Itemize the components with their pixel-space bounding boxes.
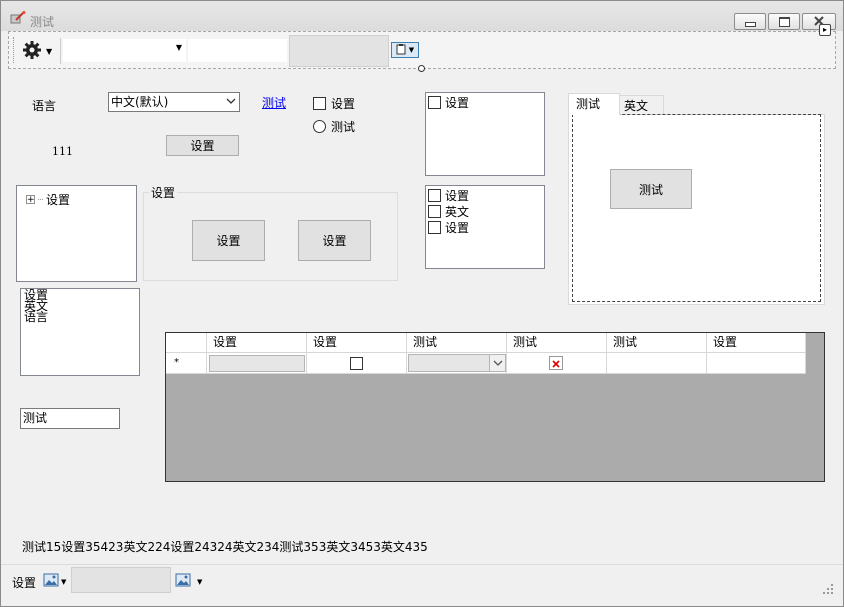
checkbox-box[interactable] (313, 97, 326, 110)
test-textbox[interactable]: 测试 (20, 408, 120, 429)
expand-icon[interactable]: + (26, 195, 35, 205)
toolbar-separator (60, 38, 61, 64)
grid-column-header[interactable]: 设置 (207, 333, 307, 353)
grid-cell-text[interactable] (607, 353, 707, 374)
list-item[interactable]: 语言 (24, 311, 139, 323)
toolbar-split-button[interactable]: ▼ (391, 42, 419, 58)
settings-checkbox[interactable]: 设置 (313, 95, 355, 112)
title-bar[interactable] (1, 1, 843, 31)
grid-column-header[interactable]: 测试 (607, 333, 707, 353)
toolbar-combobox[interactable]: ▼ (63, 39, 186, 62)
tab-english[interactable]: 英文 (619, 95, 664, 114)
grid-new-row[interactable]: * (166, 353, 806, 374)
image-icon (175, 572, 191, 591)
checked-list-item-label: 设置 (445, 189, 470, 203)
gear-icon (22, 40, 42, 63)
grid-combobox[interactable] (408, 354, 506, 372)
tab-test[interactable]: 测试 (568, 93, 620, 115)
grid-cell-text[interactable] (207, 353, 307, 374)
group-button-1[interactable]: 设置 (192, 220, 265, 261)
broken-image-icon (549, 356, 563, 370)
list-box[interactable]: 设置 英文 语言 (20, 288, 140, 376)
chevron-right-icon[interactable]: ▸ (819, 24, 831, 36)
clipboard-icon (396, 43, 406, 58)
tree-connector (38, 199, 43, 200)
checkbox-box[interactable] (428, 189, 441, 202)
checked-list-item[interactable]: 设置 (428, 219, 469, 236)
number-label: 111 (52, 145, 73, 158)
minimize-icon (744, 21, 756, 27)
grid-header-row: 设置 设置 测试 测试 测试 设置 (166, 333, 806, 353)
checked-list-item-label: 英文 (445, 205, 470, 219)
size-grip-icon[interactable] (822, 583, 834, 595)
checked-list-item[interactable]: 英文 (428, 203, 469, 220)
test-radio-label: 测试 (331, 120, 356, 134)
toolbar-textbox[interactable] (188, 39, 287, 62)
tab-test-button[interactable]: 测试 (610, 169, 692, 209)
status-label: 设置 (12, 576, 37, 590)
language-combobox-value: 中文(默认) (111, 95, 169, 109)
settings-checkbox-label: 设置 (331, 97, 356, 111)
chevron-down-icon: ▼ (61, 577, 67, 586)
app-icon (10, 11, 26, 25)
chevron-down-icon: ▼ (46, 46, 53, 56)
language-combobox[interactable]: 中文(默认) (108, 92, 240, 112)
tab-test-label: 测试 (576, 97, 601, 111)
chevron-down-icon[interactable] (489, 355, 505, 371)
tree-node[interactable]: + 设置 (26, 191, 70, 208)
tree-node-label: 设置 (46, 193, 71, 207)
checked-list-item[interactable]: 设置 (428, 187, 469, 204)
grid-column-header[interactable]: 设置 (707, 333, 806, 353)
maximize-button[interactable] (768, 13, 800, 30)
grid-cell-textbox[interactable] (209, 355, 305, 372)
settings-button[interactable]: 设置 (166, 135, 239, 156)
groupbox-title: 设置 (149, 184, 178, 201)
tab-english-label: 英文 (624, 99, 649, 113)
language-label: 语言 (32, 99, 57, 113)
grid-column-header[interactable]: 测试 (507, 333, 607, 353)
toolbar-grip[interactable] (13, 37, 16, 63)
window-title: 测试 (30, 15, 55, 29)
image-icon (43, 572, 59, 591)
grid-cell-text[interactable] (707, 353, 806, 374)
checked-list-2[interactable]: 设置 英文 设置 (425, 185, 545, 269)
group-button-2[interactable]: 设置 (298, 220, 371, 261)
test-link[interactable]: 测试 (262, 94, 286, 111)
tree-view[interactable]: + 设置 (16, 185, 137, 282)
status-image-dropdown-2[interactable]: ▼ (175, 572, 202, 591)
checked-list-item-label: 设置 (445, 221, 470, 235)
checked-list-item[interactable]: 设置 (428, 94, 469, 111)
maximize-icon (778, 16, 790, 27)
grid-cell-combobox[interactable] (407, 353, 507, 374)
checkbox-box[interactable] (428, 205, 441, 218)
checkbox-box[interactable] (428, 221, 441, 234)
grid-cell-checkbox[interactable] (307, 353, 407, 374)
radio-circle[interactable] (313, 120, 326, 133)
chevron-down-icon: ▼ (175, 43, 182, 52)
checked-list-item-label: 设置 (445, 96, 470, 110)
footer-text: 测试15设置35423英文224设置24324英文234测试353英文3453英… (22, 540, 428, 554)
grid-cell-image[interactable] (507, 353, 607, 374)
grid-corner-cell[interactable] (166, 333, 207, 353)
test-radio[interactable]: 测试 (313, 118, 355, 135)
chevron-down-icon: ▼ (408, 46, 415, 54)
checkbox-box[interactable] (428, 96, 441, 109)
minimize-button[interactable] (734, 13, 766, 30)
status-textbox[interactable] (71, 567, 171, 593)
checked-list-1[interactable]: 设置 (425, 92, 545, 176)
resize-handle[interactable] (418, 65, 425, 72)
grid-column-header[interactable]: 测试 (407, 333, 507, 353)
row-header-new-marker[interactable]: * (166, 353, 207, 374)
chevron-down-icon (225, 93, 237, 114)
toolbar-progress-bar (289, 35, 389, 67)
grid-column-header[interactable]: 设置 (307, 333, 407, 353)
status-image-dropdown[interactable]: ▼ (43, 572, 66, 591)
checkbox-box[interactable] (350, 357, 363, 370)
chevron-down-icon: ▼ (197, 577, 203, 586)
settings-dropdown-button[interactable]: ▼ (22, 40, 58, 63)
